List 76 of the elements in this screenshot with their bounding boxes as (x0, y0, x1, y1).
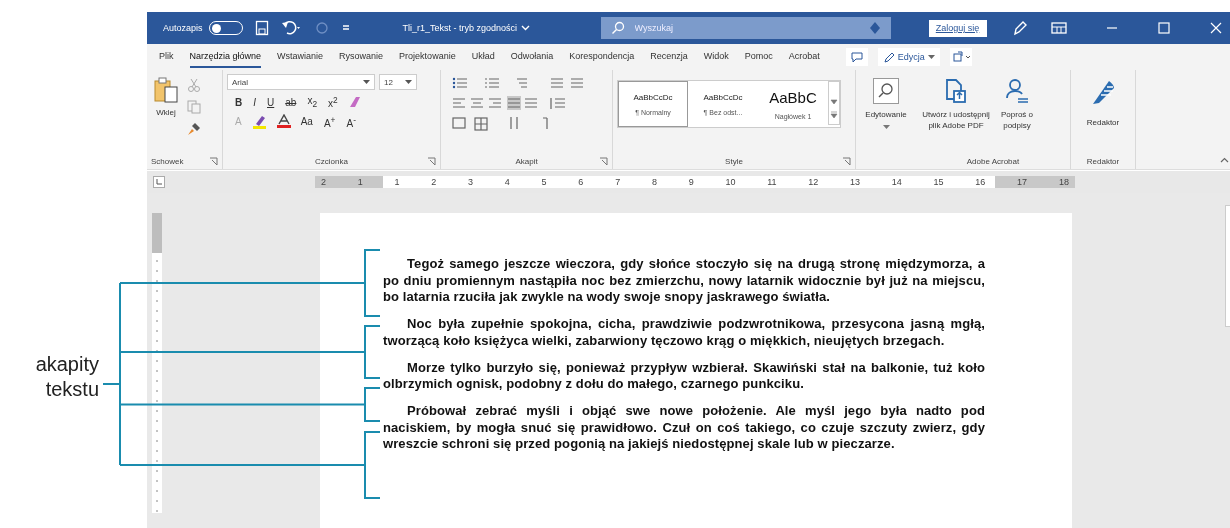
paragraph-text: Próbował zebrać myśli i objąć swe nowe położenie. Ale myśl jego była nadto pod naciskiem, by mogła snuć się prawidłowo. Czuł on coś takiego, co czuje szczuty zwierz, gdy wreszcie schroni się przed pogonią na jakiejś niedostępnej skale lub w pieczarze. (383, 403, 985, 453)
group-label: Adobe Acrobat (966, 156, 1020, 166)
font-color-icon[interactable] (275, 114, 292, 130)
sign-in-button[interactable]: Zaloguj się (928, 19, 987, 37)
collapse-ribbon-icon[interactable] (1220, 157, 1229, 163)
search-icon (873, 78, 899, 104)
group-label: Schowek (151, 156, 184, 166)
tab-selector-icon[interactable] (153, 176, 165, 188)
font-size-button[interactable]: A$^{+}$ (321, 114, 338, 129)
editing-button[interactable]: Edytowanie (860, 74, 912, 132)
ribbon-tab[interactable]: Rysowanie (339, 46, 384, 68)
maximize-icon[interactable] (1156, 21, 1171, 35)
close-icon[interactable] (1208, 21, 1223, 35)
diamond-icon (868, 21, 881, 35)
acrobat-button[interactable]: Utwórz i udostępnij plik Adobe PDF (920, 74, 992, 153)
dialog-launcher-icon[interactable] (842, 156, 851, 166)
ribbon-tab[interactable]: Widok (703, 46, 729, 68)
group-label: Akapit (515, 156, 538, 166)
editing-mode-button[interactable]: Edycja (877, 48, 940, 66)
caret-icon (405, 79, 412, 85)
format-button[interactable]: ab (283, 96, 299, 108)
format-button[interactable]: x$^{2}$ (326, 95, 340, 110)
search-field[interactable]: Wyszukaj (632, 22, 861, 34)
ribbon-tab[interactable]: Recenzja (650, 46, 688, 68)
pdf-export-icon (944, 78, 968, 104)
comment-icon[interactable] (845, 48, 868, 66)
save-icon[interactable] (254, 20, 269, 36)
ribbon-tab[interactable]: Wstawianie (277, 46, 324, 68)
vertical-ruler[interactable] (152, 213, 162, 513)
share-icon[interactable] (949, 48, 972, 66)
document-title[interactable]: Tli_r1_Tekst - tryb zgodności (402, 23, 563, 33)
chevron-icon (521, 25, 531, 31)
font-name-field[interactable]: Arial (227, 74, 375, 90)
editor-button[interactable]: Redaktor (1075, 74, 1131, 153)
search-icon (610, 21, 625, 35)
format-button[interactable]: B (233, 96, 245, 108)
format-button[interactable]: x$_{2}$ (305, 95, 319, 110)
ribbon-tab[interactable]: Projektowanie (399, 46, 456, 68)
highlighter-icon[interactable] (250, 114, 269, 129)
dialog-launcher-icon[interactable] (599, 156, 608, 166)
paste-button[interactable]: Wklej (151, 74, 181, 153)
group-label: Redaktor (1086, 156, 1120, 166)
dialog-launcher-icon[interactable] (427, 156, 436, 166)
paragraph-text: Noc była zupełnie spokojna, cicha, prawdziwie podzwrotnikowa, przesycona jasną mgłą, tworzącą koło księżyca wielki, zabarwiony tęczowo krąg o miękkich, nieujętych brzegach. (383, 316, 985, 349)
ribbon-display-icon[interactable] (1050, 21, 1067, 35)
ribbon-tab[interactable]: Narzędzia główne (189, 46, 262, 68)
clipboard-icon (153, 76, 179, 104)
ribbon-tab[interactable]: Plik (159, 46, 174, 68)
ribbon-tab[interactable]: Odwołania (510, 46, 554, 68)
format-button[interactable]: I (251, 96, 258, 108)
dialog-launcher-icon[interactable] (209, 156, 218, 166)
horizontal-ruler[interactable]: 2 1 1 2 3 4 5 6 7 8 9 10 11 12 13 14 15 16 17 18 (315, 176, 1075, 188)
search-bar[interactable]: Wyszukaj (600, 17, 891, 39)
caret-icon (363, 79, 370, 85)
acrobat-button[interactable]: Poproś o podpisy (994, 74, 1040, 153)
gallery-scroll-icon[interactable] (828, 81, 840, 125)
format-button[interactable]: U (265, 96, 277, 108)
paragraph-text: Tegoż samego jeszcze wieczora, gdy słońce stoczyło się na drugą stronę międzymorza, a po dniu promiennym nastąpiła noc bez zmierzchu, nowy latarnik widocznie był już na miejscu, bo latarnia rzuciła jak zwykle na wody swoje snopy jaskrawego światła. (383, 256, 985, 306)
signature-icon (1004, 78, 1030, 104)
caret-icon (927, 54, 935, 60)
format-painter-icon[interactable] (187, 122, 201, 136)
pencil-icon (882, 51, 895, 63)
font-size-button[interactable]: A$^{-}$ (344, 114, 358, 129)
paragraph-text: Morze tylko burzyło się, ponieważ przypływ wzbierał. Skawiński stał na balkonie, tuż koło olbrzymich ognisk, podobny z dołu do małego, czarnego punkciku. (383, 359, 985, 393)
undo-icon[interactable] (280, 20, 303, 36)
autosave-label: Autozapis (163, 23, 203, 33)
ribbon-tab[interactable]: Pomoc (744, 46, 773, 68)
ribbon-tab[interactable]: Acrobat (788, 46, 820, 68)
caret-icon (882, 125, 890, 130)
group-label: Czcionka (315, 156, 348, 166)
font-size-field[interactable]: 12 (379, 74, 417, 90)
font-size-button[interactable]: Aa (298, 116, 315, 128)
ribbon-tab[interactable]: Układ (471, 46, 495, 68)
annotation-label: akapity tekstu (34, 352, 99, 402)
group-label: Style (725, 156, 743, 166)
ribbon-tab[interactable]: Korespondencja (569, 46, 635, 68)
